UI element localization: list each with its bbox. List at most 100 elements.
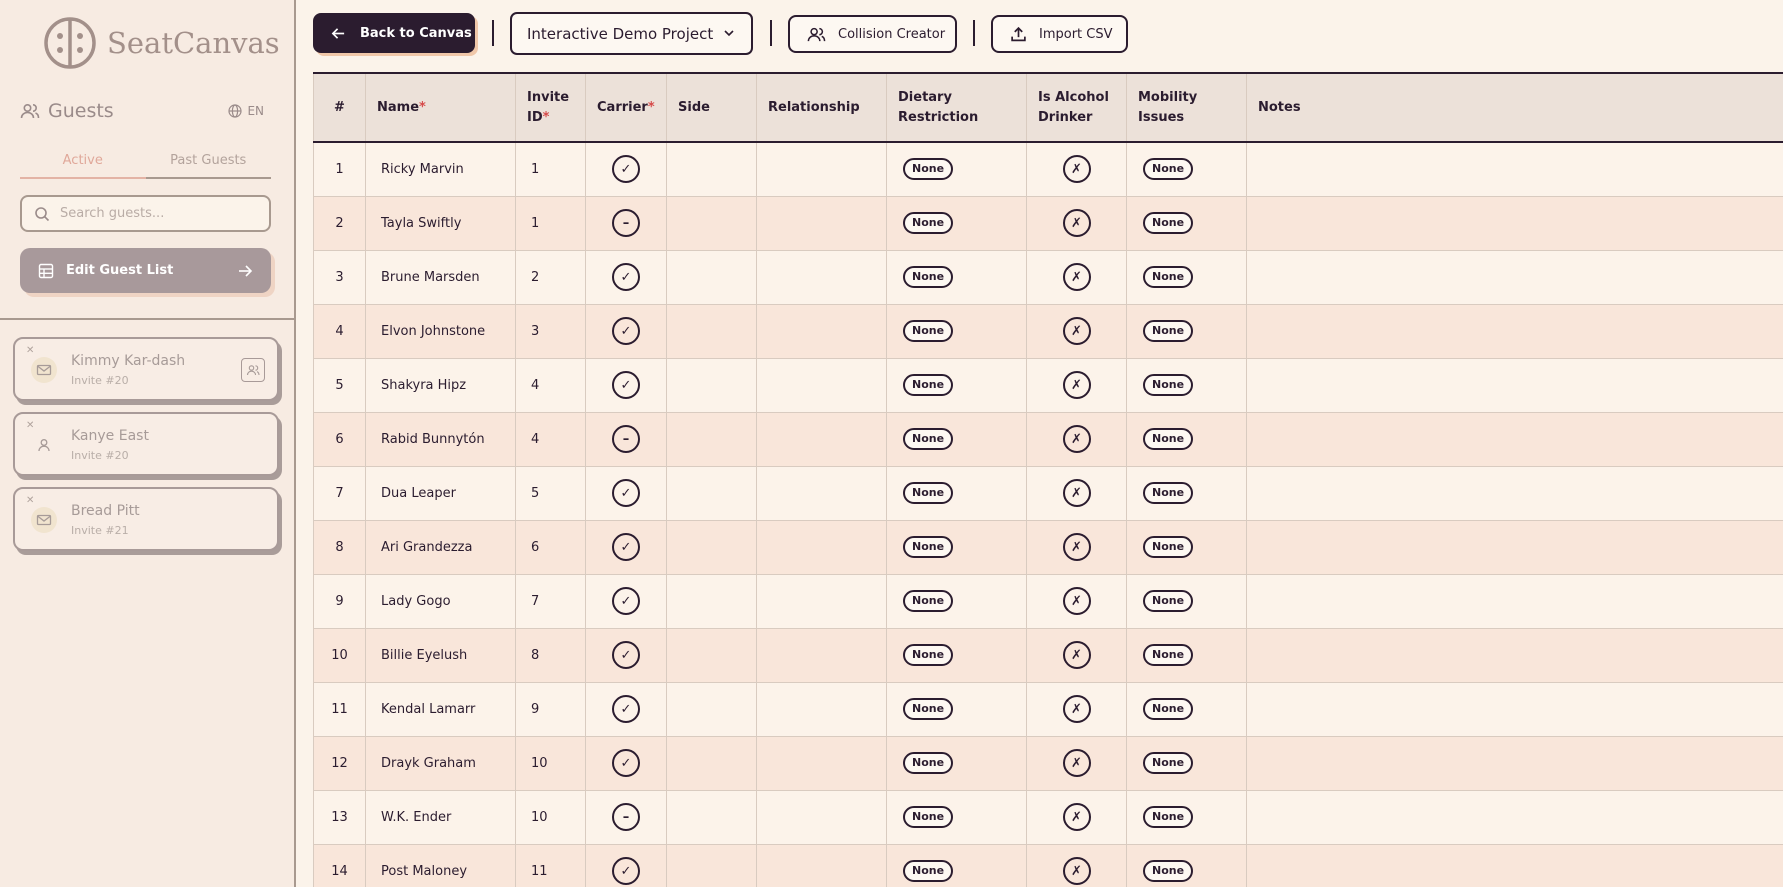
alcohol-cross-icon[interactable]: ✗ [1062, 587, 1091, 615]
edit-guest-list-button[interactable]: Edit Guest List [20, 248, 271, 293]
cell-dietary[interactable]: None [886, 736, 1027, 791]
cell-carrier[interactable]: ✓ [585, 736, 667, 791]
tab-active[interactable]: Active [20, 148, 146, 179]
cell-notes[interactable] [1246, 574, 1783, 629]
cell-mobility[interactable]: None [1126, 520, 1247, 575]
cell-invite-id[interactable]: 6 [515, 520, 586, 575]
cell-invite-id[interactable]: 4 [515, 412, 586, 467]
cell-alcohol[interactable]: ✗ [1026, 466, 1127, 521]
alcohol-cross-icon[interactable]: ✗ [1062, 155, 1091, 184]
table-row[interactable]: 2 Tayla Swiftly 1– None ✗ None [313, 196, 1783, 251]
cell-relationship[interactable] [756, 466, 887, 521]
alcohol-cross-icon[interactable]: ✗ [1062, 803, 1091, 831]
cell-side[interactable] [666, 520, 757, 575]
cell-carrier[interactable]: ✓ [585, 682, 667, 737]
cell-relationship[interactable] [756, 790, 887, 845]
dietary-badge[interactable]: None [903, 374, 954, 396]
carrier-check-icon[interactable]: ✓ [612, 641, 640, 669]
cell-relationship[interactable] [756, 358, 887, 413]
cell-side[interactable] [666, 250, 757, 305]
cell-dietary[interactable]: None [886, 790, 1027, 845]
cell-notes[interactable] [1246, 844, 1783, 887]
carrier-check-icon[interactable]: ✓ [612, 749, 640, 777]
cell-dietary[interactable]: None [886, 412, 1027, 467]
cell-mobility[interactable]: None [1126, 574, 1247, 629]
cell-mobility[interactable]: None [1126, 196, 1247, 251]
mobility-badge[interactable]: None [1143, 698, 1194, 720]
cell-alcohol[interactable]: ✗ [1026, 304, 1127, 359]
alcohol-cross-icon[interactable]: ✗ [1062, 533, 1091, 561]
dietary-badge[interactable]: None [903, 266, 954, 288]
carrier-check-icon[interactable]: ✓ [612, 155, 640, 184]
dietary-badge[interactable]: None [903, 806, 954, 828]
remove-guest-icon[interactable]: ✕ [26, 345, 34, 356]
cell-carrier[interactable]: – [585, 790, 667, 845]
carrier-dash-icon[interactable]: – [612, 425, 640, 453]
cell-notes[interactable] [1246, 142, 1783, 197]
project-select[interactable]: Interactive Demo Project [510, 12, 753, 55]
cell-invite-id[interactable]: 10 [515, 790, 586, 845]
cell-invite-id[interactable]: 8 [515, 628, 586, 683]
dietary-badge[interactable]: None [903, 644, 954, 666]
col-header-notes[interactable]: Notes [1246, 74, 1783, 143]
table-row[interactable]: 12 Drayk Graham 10 ✓ None ✗ None [313, 736, 1783, 791]
cell-side[interactable] [666, 466, 757, 521]
carrier-check-icon[interactable]: ✓ [612, 857, 640, 885]
cell-dietary[interactable]: None [886, 304, 1027, 359]
cell-side[interactable] [666, 304, 757, 359]
cell-name[interactable]: Billie Eyelush [365, 628, 516, 683]
cell-name[interactable]: Post Maloney [365, 844, 516, 887]
cell-invite-id[interactable]: 7 [515, 574, 586, 629]
cell-relationship[interactable] [756, 574, 887, 629]
dietary-badge[interactable]: None [903, 590, 954, 612]
alcohol-cross-icon[interactable]: ✗ [1062, 749, 1091, 777]
cell-relationship[interactable] [756, 196, 887, 251]
cell-mobility[interactable]: None [1126, 358, 1247, 413]
cell-notes[interactable] [1246, 628, 1783, 683]
table-row[interactable]: 3 Brune Marsden 2 ✓ None ✗ None [313, 250, 1783, 305]
back-to-canvas-button[interactable]: Back to Canvas [313, 13, 475, 53]
col-header-invite-id[interactable]: Invite ID* [515, 74, 586, 143]
carrier-check-icon[interactable]: ✓ [612, 317, 640, 345]
table-row[interactable]: 13 W.K. Ender 10– None ✗ None [313, 790, 1783, 845]
cell-mobility[interactable]: None [1126, 628, 1247, 683]
dietary-badge[interactable]: None [903, 698, 954, 720]
dietary-badge[interactable]: None [903, 212, 954, 234]
cell-side[interactable] [666, 196, 757, 251]
cell-alcohol[interactable]: ✗ [1026, 736, 1127, 791]
cell-name[interactable]: Shakyra Hipz [365, 358, 516, 413]
mobility-badge[interactable]: None [1143, 590, 1194, 612]
cell-alcohol[interactable]: ✗ [1026, 196, 1127, 251]
alcohol-cross-icon[interactable]: ✗ [1062, 209, 1091, 237]
alcohol-cross-icon[interactable]: ✗ [1062, 371, 1091, 399]
alcohol-cross-icon[interactable]: ✗ [1062, 695, 1091, 723]
cell-carrier[interactable]: – [585, 196, 667, 251]
alcohol-cross-icon[interactable]: ✗ [1062, 425, 1091, 453]
cell-name[interactable]: Tayla Swiftly [365, 196, 516, 251]
alcohol-cross-icon[interactable]: ✗ [1062, 857, 1091, 885]
cell-relationship[interactable] [756, 304, 887, 359]
carrier-check-icon[interactable]: ✓ [612, 533, 640, 561]
table-row[interactable]: 8 Ari Grandezza 6 ✓ None ✗ None [313, 520, 1783, 575]
cell-invite-id[interactable]: 10 [515, 736, 586, 791]
dietary-badge[interactable]: None [903, 482, 954, 504]
cell-name[interactable]: Ricky Marvin [365, 142, 516, 197]
cell-carrier[interactable]: ✓ [585, 250, 667, 305]
mobility-badge[interactable]: None [1143, 428, 1194, 450]
cell-carrier[interactable]: ✓ [585, 358, 667, 413]
cell-relationship[interactable] [756, 142, 887, 197]
cell-notes[interactable] [1246, 412, 1783, 467]
cell-dietary[interactable]: None [886, 520, 1027, 575]
mobility-badge[interactable]: None [1143, 320, 1194, 342]
mobility-badge[interactable]: None [1143, 158, 1194, 181]
cell-carrier[interactable]: ✓ [585, 844, 667, 887]
cell-mobility[interactable]: None [1126, 736, 1247, 791]
carrier-check-icon[interactable]: ✓ [612, 479, 640, 507]
col-header-dietary[interactable]: Dietary Restriction [886, 74, 1027, 143]
table-row[interactable]: 10 Billie Eyelush 8 ✓ None ✗ None [313, 628, 1783, 683]
cell-alcohol[interactable]: ✗ [1026, 412, 1127, 467]
cell-notes[interactable] [1246, 304, 1783, 359]
table-row[interactable]: 4 Elvon Johnstone 3 ✓ None ✗ None [313, 304, 1783, 359]
cell-carrier[interactable]: – [585, 412, 667, 467]
cell-mobility[interactable]: None [1126, 682, 1247, 737]
